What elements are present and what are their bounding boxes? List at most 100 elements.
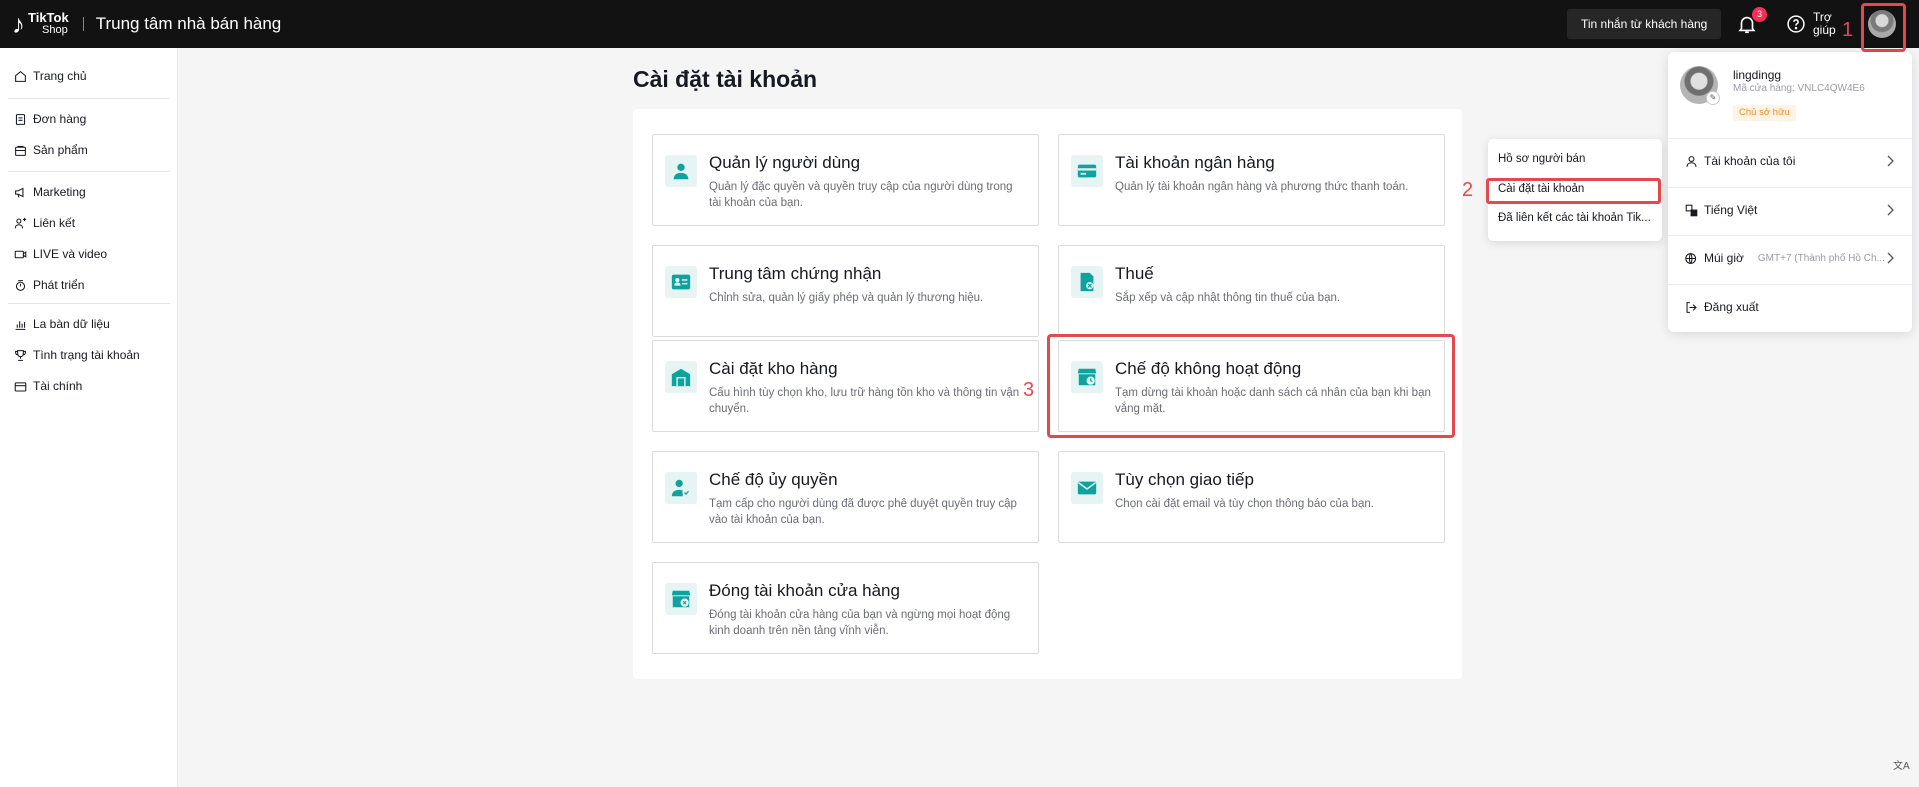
sidebar-item-affiliate[interactable]: Liên kết: [14, 213, 75, 233]
app-title: Trung tâm nhà bán hàng: [95, 14, 282, 33]
edit-icon[interactable]: ✎: [1706, 91, 1720, 105]
card-icon-container: [665, 266, 697, 298]
card-title: Chế độ ủy quyền: [709, 470, 838, 489]
card-delegation-mode[interactable]: Chế độ ủy quyền Tạm cấp cho người dùng đ…: [652, 451, 1039, 543]
card-title: Cài đặt kho hàng: [709, 359, 838, 378]
submenu-linked-tiktok-accounts[interactable]: Đã liên kết các tài khoản Tik...: [1498, 212, 1651, 224]
step-3-marker: 3: [1023, 379, 1035, 401]
card-description: Sắp xếp và cập nhật thông tin thuế của b…: [1115, 292, 1341, 304]
sidebar-item-orders[interactable]: Đơn hàng: [14, 109, 86, 129]
menu-label: Tiếng Việt: [1704, 203, 1758, 217]
card-close-shop-account[interactable]: Đóng tài khoản cửa hàng Đóng tài khoản c…: [652, 562, 1039, 654]
inactive-mode-highlight: [1047, 334, 1455, 438]
shop-close-icon: [671, 590, 691, 608]
user-check-icon: [671, 479, 691, 497]
menu-label: Tài khoản của tôi: [1704, 154, 1796, 168]
card-description: Tạm cấp cho người dùng đã được phê duyệt…: [709, 498, 1017, 526]
avatar-highlight: [1861, 3, 1906, 52]
help-label[interactable]: Trợ giúp: [1813, 11, 1837, 37]
card-warehouse-settings[interactable]: Cài đặt kho hàng Cấu hình tùy chọn kho, …: [652, 340, 1039, 432]
sidebar-item-label: Tình trạng tài khoản: [33, 348, 140, 362]
translate-toggle-icon[interactable]: 文A: [1893, 757, 1911, 775]
sidebar-item-home[interactable]: Trang chủ: [14, 66, 87, 86]
sidebar: Trang chủ Đơn hàng Sản phẩm Marketing Li…: [0, 48, 178, 787]
person-icon: [1686, 155, 1697, 167]
card-icon-container: [1071, 266, 1103, 298]
menu-my-account[interactable]: Tài khoản của tôi: [1668, 139, 1912, 183]
sidebar-item-label: La bàn dữ liệu: [33, 317, 110, 331]
video-icon: [14, 250, 27, 258]
trophy-icon: [15, 349, 26, 361]
warehouse-icon: [671, 368, 691, 387]
card-tax[interactable]: Thuế Sắp xếp và cập nhật thông tin thuế …: [1058, 245, 1445, 337]
sidebar-item-label: Đơn hàng: [33, 112, 87, 126]
growth-icon: [15, 279, 26, 291]
card-icon-container: [1071, 472, 1103, 504]
menu-label: Đăng xuất: [1704, 300, 1759, 314]
timezone-value: GMT+7 (Thành phố Hồ Ch...: [1757, 252, 1885, 264]
card-description: Quản lý đặc quyền và quyền truy cập của …: [709, 181, 1013, 209]
chevron-right-icon: [1887, 204, 1894, 216]
customer-messages-button[interactable]: Tin nhắn từ khách hàng: [1567, 9, 1722, 39]
sidebar-item-marketing[interactable]: Marketing: [14, 182, 86, 202]
card-icon-container: [665, 361, 697, 393]
product-icon: [15, 145, 26, 156]
step-2-marker: 2: [1462, 179, 1474, 201]
sidebar-item-data-compass[interactable]: La bàn dữ liệu: [14, 314, 110, 334]
sidebar-item-account-health[interactable]: Tình trạng tài khoản: [14, 345, 140, 365]
user-icon: [673, 163, 689, 180]
step-1-marker: 1: [1842, 19, 1854, 41]
wallet-icon: [14, 381, 27, 391]
card-title: Tùy chọn giao tiếp: [1115, 470, 1254, 489]
username: lingdingg: [1733, 68, 1782, 82]
sidebar-item-finance[interactable]: Tài chính: [14, 376, 82, 396]
megaphone-icon: [15, 187, 24, 198]
bank-card-icon: [1077, 164, 1097, 178]
sidebar-item-growth[interactable]: Phát triển: [14, 275, 84, 295]
submenu-seller-profile[interactable]: Hồ sơ người bán: [1498, 153, 1585, 165]
sidebar-item-label: Tài chính: [33, 379, 83, 393]
notification-badge: 3: [1752, 7, 1767, 22]
order-icon: [15, 113, 26, 125]
sidebar-item-label: Trang chủ: [33, 69, 87, 83]
card-bank-account[interactable]: Tài khoản ngân hàng Quản lý tài khoản ng…: [1058, 134, 1445, 226]
card-icon-container: [665, 155, 697, 187]
shop-code: Mã cửa hàng: VNLC4QW4E6: [1733, 83, 1865, 94]
card-icon-container: [1071, 155, 1103, 187]
tax-document-icon: [1080, 272, 1094, 292]
account-settings-highlight: [1486, 178, 1661, 204]
sidebar-item-label: LIVE và video: [33, 247, 108, 261]
sidebar-divider: [8, 303, 170, 304]
logout-icon: [1686, 301, 1697, 313]
globe-clock-icon: [1685, 252, 1697, 264]
sidebar-item-products[interactable]: Sản phẩm: [14, 140, 88, 160]
card-title: Thuế: [1115, 264, 1154, 283]
chevron-right-icon: [1887, 252, 1894, 264]
tiktok-shop-logo[interactable]: ♪ TikTok Shop: [12, 11, 69, 37]
card-description: Cấu hình tùy chọn kho, lưu trữ hàng tồn …: [709, 387, 1020, 415]
help-icon[interactable]: [1786, 14, 1806, 34]
logo-line-2: Shop: [42, 24, 68, 36]
card-description: Đóng tài khoản cửa hàng của bạn và ngừng…: [709, 609, 1011, 637]
card-description: Quản lý tài khoản ngân hàng và phương th…: [1115, 181, 1409, 193]
sidebar-divider: [8, 171, 170, 172]
sidebar-divider: [8, 98, 170, 99]
menu-timezone[interactable]: Múi giờ GMT+7 (Thành phố Hồ Ch...: [1668, 236, 1912, 280]
card-communication-preferences[interactable]: Tùy chọn giao tiếp Chọn cài đặt email và…: [1058, 451, 1445, 543]
translate-icon: [1685, 204, 1698, 216]
card-title: Tài khoản ngân hàng: [1115, 153, 1275, 172]
card-description: Chỉnh sửa, quản lý giấy phép và quản lý …: [709, 292, 984, 304]
logo-line-1: TikTok: [28, 10, 69, 25]
card-certification-center[interactable]: Trung tâm chứng nhận Chỉnh sửa, quản lý …: [652, 245, 1039, 337]
card-title: Đóng tài khoản cửa hàng: [709, 581, 900, 600]
chart-icon: [15, 320, 26, 330]
mail-icon: [1077, 481, 1097, 495]
id-card-icon: [671, 274, 691, 290]
card-user-management[interactable]: Quản lý người dùng Quản lý đặc quyền và …: [652, 134, 1039, 226]
menu-label: Múi giờ: [1704, 251, 1744, 265]
menu-logout[interactable]: Đăng xuất: [1668, 285, 1912, 329]
sidebar-item-live-video[interactable]: LIVE và video: [14, 244, 107, 264]
card-icon-container: [665, 472, 697, 504]
home-icon: [15, 70, 26, 82]
menu-language[interactable]: Tiếng Việt: [1668, 188, 1912, 232]
